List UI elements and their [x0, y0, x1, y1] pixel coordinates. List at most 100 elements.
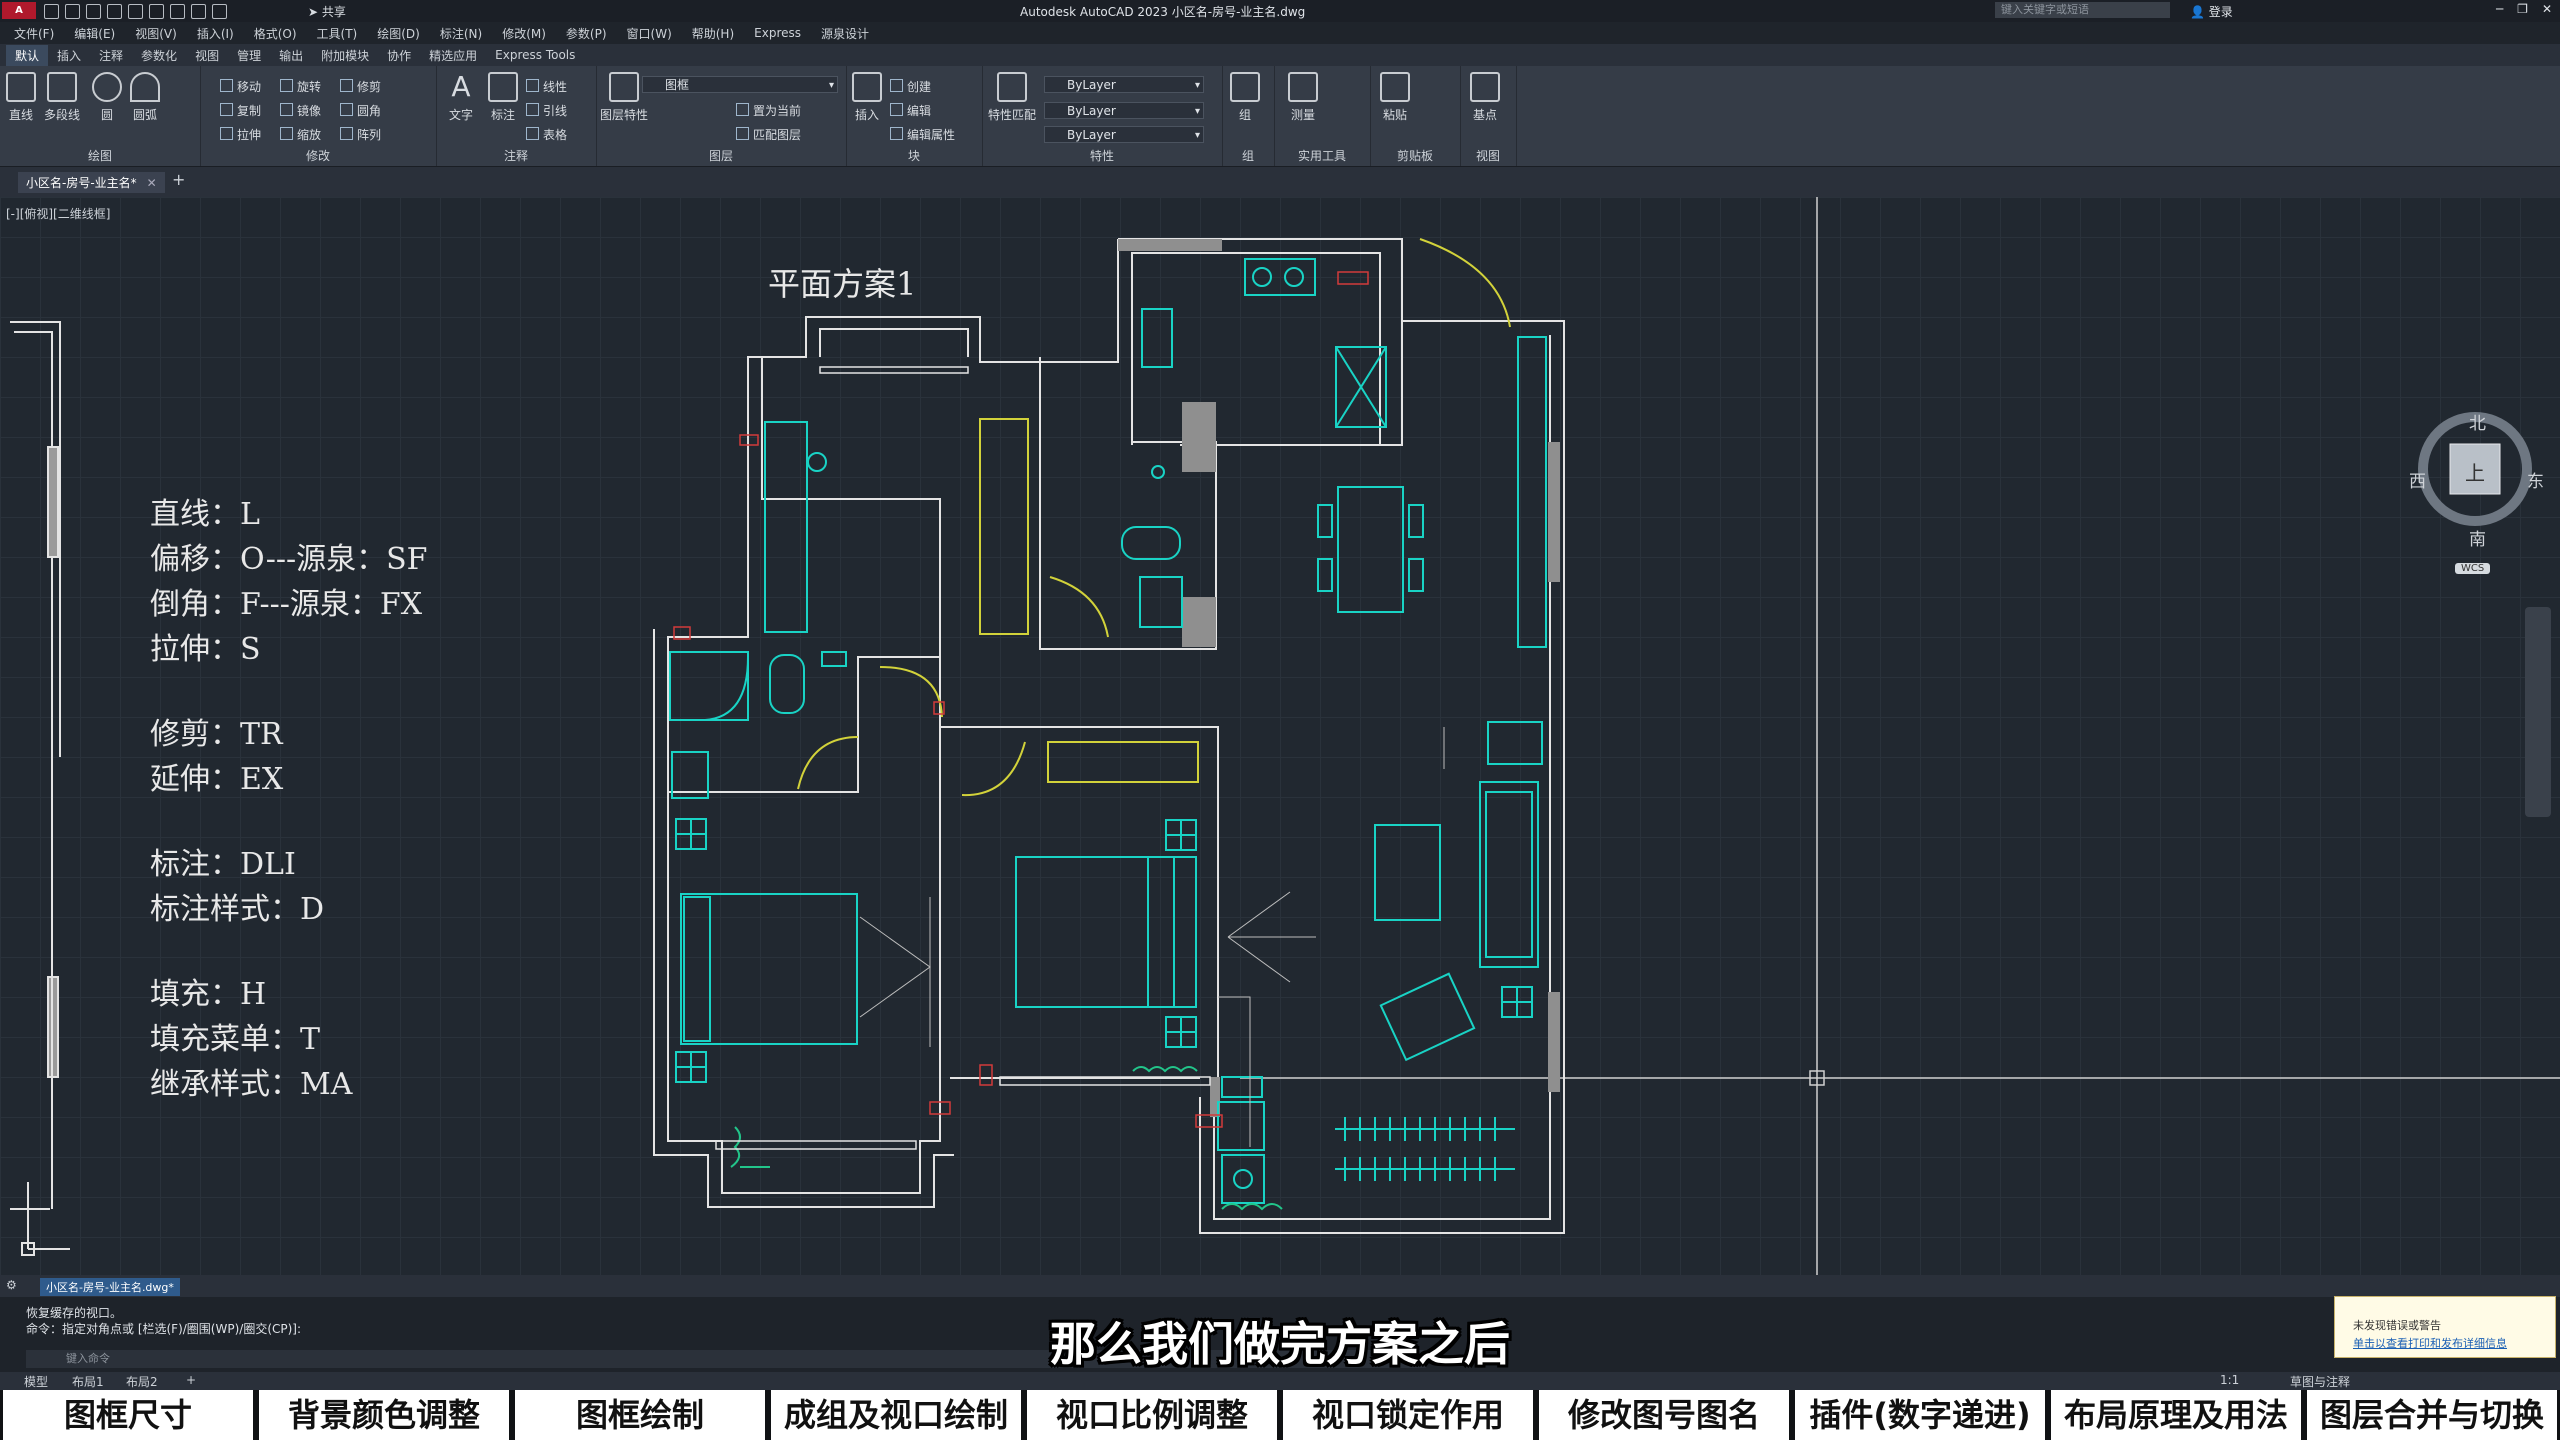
wcs-menu[interactable]: WCS	[2455, 563, 2491, 574]
linear-dim-button[interactable]: 线性	[526, 78, 567, 95]
web-save-icon[interactable]	[149, 3, 164, 19]
menu-express[interactable]: Express	[754, 26, 801, 40]
menu-file[interactable]: 文件(F)	[14, 25, 54, 42]
minimize-icon[interactable]: ─	[2496, 2, 2503, 16]
chapter-group-viewport[interactable]: 成组及视口绘制	[771, 1390, 1021, 1440]
edit-block-button[interactable]: 编辑	[890, 102, 931, 119]
redo-icon[interactable]	[212, 3, 227, 19]
trim-button[interactable]: 修剪	[340, 78, 381, 95]
scale-button[interactable]: 缩放	[280, 126, 321, 143]
tab-output[interactable]: 输出	[270, 45, 312, 66]
panel-layers-title[interactable]: 图层	[596, 147, 846, 164]
tab-insert[interactable]: 插入	[48, 45, 90, 66]
fillet-button[interactable]: 圆角	[340, 102, 381, 119]
polyline-button[interactable]: 多段线	[44, 72, 80, 123]
drawing-viewport[interactable]: [-][俯视][二维线框] 平面方案1 直线：L 偏移：O---源泉：SF 倒角…	[0, 197, 2560, 1275]
chapter-frame-size[interactable]: 图框尺寸	[3, 1390, 253, 1440]
add-layout-icon[interactable]: +	[186, 1373, 196, 1387]
tab-addins[interactable]: 附加模块	[312, 45, 378, 66]
panel-block-title[interactable]: 块	[846, 147, 982, 164]
text-button[interactable]: A 文字	[446, 72, 476, 123]
group-button[interactable]: 组	[1230, 72, 1260, 123]
panel-view-title[interactable]: 视图	[1460, 147, 1516, 164]
viewcube[interactable]: 北 南 东 西 上 WCS	[2409, 407, 2544, 587]
match-properties-button[interactable]: 特性匹配	[988, 72, 1036, 123]
tab-annotate[interactable]: 注释	[90, 45, 132, 66]
share-button[interactable]: ➤ 共享	[308, 3, 346, 20]
insert-block-button[interactable]: 插入	[852, 72, 882, 123]
match-layer-button[interactable]: 匹配图层	[736, 126, 801, 143]
compass-west[interactable]: 西	[2409, 467, 2426, 492]
mirror-button[interactable]: 镜像	[280, 102, 321, 119]
menu-view[interactable]: 视图(V)	[135, 25, 177, 42]
layer-properties-button[interactable]: 图层特性	[600, 72, 648, 123]
saveas-icon[interactable]	[107, 3, 122, 19]
new-icon[interactable]	[44, 3, 59, 19]
measure-button[interactable]: 测量	[1288, 72, 1318, 123]
plot-notification-balloon[interactable]: 未发现错误或警告 单击以查看打印和发布详细信息	[2334, 1296, 2556, 1358]
arc-button[interactable]: 圆弧	[130, 72, 160, 123]
layout1-tab[interactable]: 布局1	[72, 1373, 104, 1390]
line-button[interactable]: 直线	[6, 72, 36, 123]
close-tab-icon[interactable]: ✕	[147, 176, 157, 190]
edit-attributes-button[interactable]: 编辑属性	[890, 126, 955, 143]
restore-icon[interactable]: ❐	[2517, 2, 2528, 16]
close-icon[interactable]: ✕	[2542, 2, 2552, 16]
panel-properties-title[interactable]: 特性	[982, 147, 1222, 164]
tab-featured-apps[interactable]: 精选应用	[420, 45, 486, 66]
table-button[interactable]: 表格	[526, 126, 567, 143]
dimension-button[interactable]: 标注	[488, 72, 518, 123]
menu-help[interactable]: 帮助(H)	[692, 25, 734, 42]
panel-annotation-title[interactable]: 注释	[436, 147, 596, 164]
gear-icon[interactable]: ⚙	[6, 1278, 17, 1292]
compass-north[interactable]: 北	[2469, 409, 2486, 434]
annotation-scale[interactable]: 1:1	[2220, 1373, 2239, 1387]
open-icon[interactable]	[65, 3, 80, 19]
menu-edit[interactable]: 编辑(E)	[74, 25, 115, 42]
tab-collaborate[interactable]: 协作	[378, 45, 420, 66]
menu-yuanquan[interactable]: 源泉设计	[821, 25, 869, 42]
chapter-viewport-lock[interactable]: 视口锁定作用	[1283, 1390, 1533, 1440]
menu-dimension[interactable]: 标注(N)	[440, 25, 482, 42]
tab-manage[interactable]: 管理	[228, 45, 270, 66]
linetype-dropdown[interactable]: ByLayer	[1044, 102, 1204, 120]
make-current-button[interactable]: 置为当前	[736, 102, 801, 119]
menu-format[interactable]: 格式(O)	[254, 25, 297, 42]
viewport-controls-label[interactable]: [-][俯视][二维线框]	[6, 205, 110, 222]
panel-modify-title[interactable]: 修改	[200, 147, 436, 164]
viewcube-top-face[interactable]: 上	[2465, 457, 2485, 486]
chapter-layer-merge[interactable]: 图层合并与切换	[2307, 1390, 2557, 1440]
menu-parametric[interactable]: 参数(P)	[566, 25, 607, 42]
chapter-plugin[interactable]: 插件(数字递进)	[1795, 1390, 2045, 1440]
notification-link[interactable]: 单击以查看打印和发布详细信息	[2353, 1335, 2507, 1351]
menu-window[interactable]: 窗口(W)	[627, 25, 672, 42]
create-block-button[interactable]: 创建	[890, 78, 931, 95]
paste-button[interactable]: 粘贴	[1380, 72, 1410, 123]
autocad-app-icon[interactable]: A CAD	[2, 2, 36, 33]
tab-view[interactable]: 视图	[186, 45, 228, 66]
move-button[interactable]: 移动	[220, 78, 261, 95]
layout2-tab[interactable]: 布局2	[126, 1373, 158, 1390]
panel-utilities-title[interactable]: 实用工具	[1274, 147, 1370, 164]
chapter-drawing-name[interactable]: 修改图号图名	[1539, 1390, 1789, 1440]
chapter-bg-color[interactable]: 背景颜色调整	[259, 1390, 509, 1440]
menu-draw[interactable]: 绘图(D)	[377, 25, 420, 42]
panel-draw-title[interactable]: 绘图	[0, 147, 200, 164]
menu-tools[interactable]: 工具(T)	[317, 25, 358, 42]
chapter-layout[interactable]: 布局原理及用法	[2051, 1390, 2301, 1440]
layer-dropdown[interactable]: 图框	[642, 76, 838, 94]
model-tab[interactable]: 模型	[24, 1373, 48, 1390]
base-point-button[interactable]: 基点	[1470, 72, 1500, 123]
copy-button[interactable]: 复制	[220, 102, 261, 119]
array-button[interactable]: 阵列	[340, 126, 381, 143]
chapter-viewport-scale[interactable]: 视口比例调整	[1027, 1390, 1277, 1440]
stretch-button[interactable]: 拉伸	[220, 126, 261, 143]
navigation-bar[interactable]	[2525, 607, 2551, 817]
panel-groups-title[interactable]: 组	[1222, 147, 1274, 164]
web-open-icon[interactable]	[128, 3, 143, 19]
menu-insert[interactable]: 插入(I)	[197, 25, 234, 42]
tab-express-tools[interactable]: Express Tools	[486, 46, 584, 64]
menu-modify[interactable]: 修改(M)	[502, 25, 546, 42]
compass-south[interactable]: 南	[2469, 525, 2486, 550]
circle-button[interactable]: 圆	[92, 72, 122, 123]
